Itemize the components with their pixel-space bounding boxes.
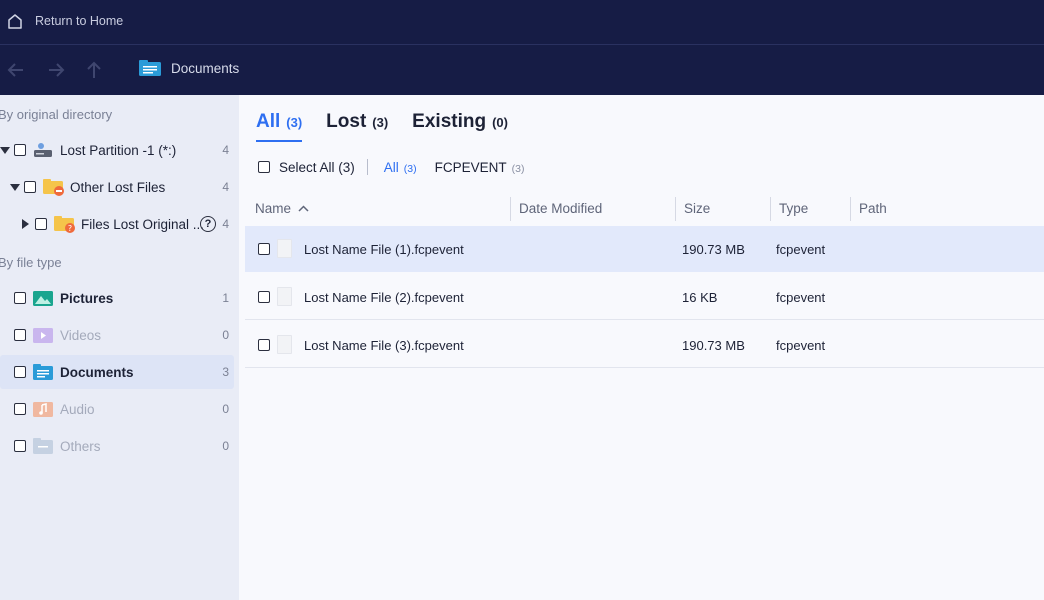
up-arrow-icon[interactable]: [83, 59, 105, 81]
others-folder-icon: [33, 438, 53, 454]
table-header: Name Date Modified Size Type Path: [245, 195, 1044, 225]
pictures-icon: [33, 291, 53, 306]
drive-icon: [34, 143, 52, 157]
row-checkbox[interactable]: [258, 243, 270, 255]
nav-bar: Documents: [0, 45, 1044, 95]
tab-existing[interactable]: Existing (0): [412, 111, 508, 139]
expand-toggle-icon[interactable]: [10, 183, 20, 191]
expand-toggle-icon[interactable]: [22, 219, 29, 229]
file-name: Lost Name File (1).fcpevent: [304, 242, 464, 257]
type-item-audio[interactable]: Audio 0: [0, 392, 234, 426]
checkbox[interactable]: [35, 218, 47, 230]
file-icon: [277, 287, 292, 306]
forward-arrow-icon[interactable]: [45, 59, 67, 81]
expand-toggle-icon[interactable]: [0, 146, 10, 154]
svg-text:?: ?: [68, 224, 72, 233]
column-header-name[interactable]: Name: [255, 201, 309, 216]
file-name: Lost Name File (2).fcpevent: [304, 290, 464, 305]
by-type-heading: By file type: [0, 255, 62, 270]
audio-icon: [33, 402, 53, 417]
checkbox[interactable]: [14, 329, 26, 341]
file-icon: [277, 335, 292, 354]
result-tabs: All (3) Lost (3) Existing (0): [256, 111, 508, 142]
table-row[interactable]: Lost Name File (2).fcpevent 16 KB fcpeve…: [245, 274, 1044, 320]
checkbox[interactable]: [14, 440, 26, 452]
filter-chip-fcpevent[interactable]: FCPEVENT (3): [435, 160, 525, 175]
main-panel: All (3) Lost (3) Existing (0) Select All (3…: [239, 95, 1044, 600]
column-divider[interactable]: [510, 197, 511, 221]
file-type: fcpevent: [776, 290, 826, 305]
file-name: Lost Name File (3).fcpevent: [304, 338, 464, 353]
sort-ascending-icon: [298, 205, 309, 212]
file-type: fcpevent: [776, 242, 826, 257]
checkbox[interactable]: [14, 366, 26, 378]
breadcrumb: Documents: [139, 60, 239, 76]
type-item-documents[interactable]: Documents 3: [0, 355, 234, 389]
column-header-date-modified[interactable]: Date Modified: [519, 201, 602, 216]
file-size: 190.73 MB: [682, 338, 745, 353]
divider: [366, 159, 368, 175]
column-header-type[interactable]: Type: [779, 201, 808, 216]
file-icon: [277, 239, 292, 258]
breadcrumb-current: Documents: [171, 60, 240, 76]
column-header-size[interactable]: Size: [684, 201, 710, 216]
checkbox[interactable]: [24, 181, 36, 193]
type-item-others[interactable]: Others 0: [0, 429, 234, 463]
tree-item-other-lost-files[interactable]: Other Lost Files 4: [0, 170, 234, 204]
return-home-label: Return to Home: [35, 14, 124, 28]
checkbox[interactable]: [14, 292, 26, 304]
lost-folder-question-icon: ?: [54, 216, 75, 233]
checkbox[interactable]: [14, 144, 26, 156]
filter-bar: Select All (3) All (3) FCPEVENT (3): [258, 159, 543, 175]
documents-folder-icon: [139, 60, 161, 76]
return-home-button[interactable]: Return to Home: [7, 10, 123, 32]
by-directory-heading: By original directory: [0, 107, 113, 122]
type-item-videos[interactable]: Videos 0: [0, 318, 234, 352]
file-type: fcpevent: [776, 338, 826, 353]
file-size: 190.73 MB: [682, 242, 745, 257]
back-arrow-icon[interactable]: [5, 59, 27, 81]
file-size: 16 KB: [682, 290, 718, 305]
column-divider[interactable]: [770, 197, 771, 221]
row-checkbox[interactable]: [258, 339, 270, 351]
filter-chip-all[interactable]: All (3): [384, 160, 417, 175]
column-divider[interactable]: [675, 197, 676, 221]
column-header-path[interactable]: Path: [859, 201, 887, 216]
home-icon: [8, 13, 22, 29]
sidebar: By original directory Lost Partition -1 …: [0, 95, 239, 600]
videos-icon: [33, 328, 53, 343]
checkbox[interactable]: [14, 403, 26, 415]
tab-all[interactable]: All (3): [256, 111, 303, 142]
lost-folder-icon: [43, 179, 64, 196]
documents-icon: [33, 364, 53, 380]
table-row[interactable]: Lost Name File (1).fcpevent 190.73 MB fc…: [245, 226, 1044, 272]
type-item-pictures[interactable]: Pictures 1: [0, 281, 234, 315]
row-checkbox[interactable]: [258, 291, 270, 303]
top-bar: Return to Home: [0, 0, 1044, 45]
select-all-label[interactable]: Select All (3): [279, 160, 355, 175]
column-divider[interactable]: [850, 197, 851, 221]
tree-item-files-lost-original[interactable]: ? Files Lost Original ... ? 4: [0, 207, 234, 241]
select-all-checkbox[interactable]: [258, 161, 270, 173]
tree-item-lost-partition[interactable]: Lost Partition -1 (*:) 4: [0, 133, 234, 167]
help-icon[interactable]: ?: [200, 216, 216, 232]
tab-lost[interactable]: Lost (3): [326, 111, 388, 139]
table-row[interactable]: Lost Name File (3).fcpevent 190.73 MB fc…: [245, 322, 1044, 368]
